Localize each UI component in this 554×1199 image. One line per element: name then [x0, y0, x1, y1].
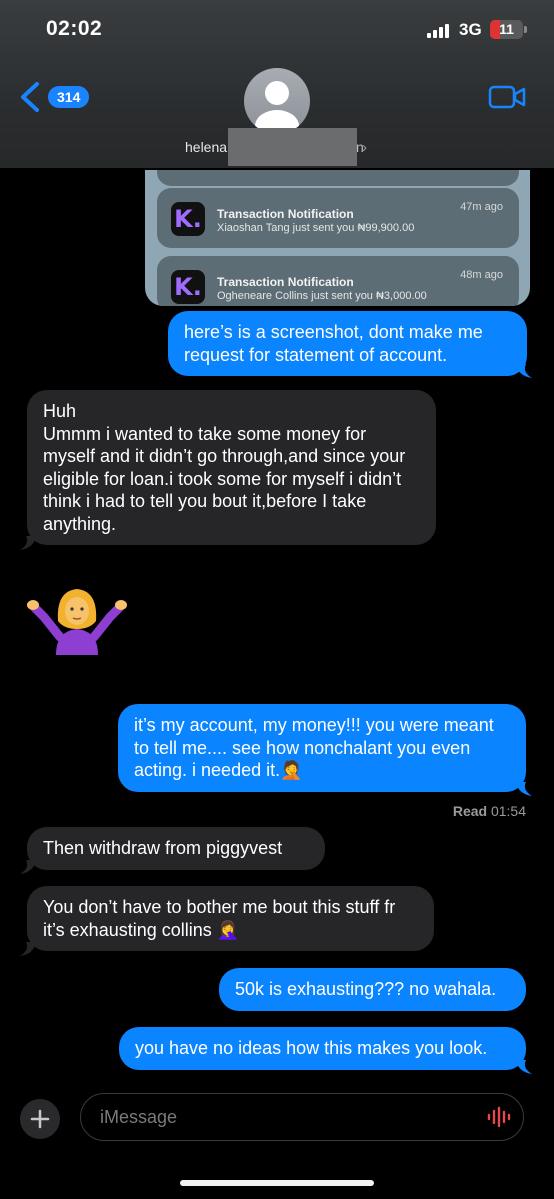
- read-label: Read: [452, 803, 488, 819]
- read-receipt: Read 01:54: [453, 803, 526, 819]
- person-icon: [255, 81, 299, 134]
- bubble-tail: [20, 942, 36, 956]
- signal-icon: [427, 24, 453, 38]
- shrug-emoji[interactable]: 🤷‍♀️: [26, 585, 128, 657]
- bubble-tail: [516, 364, 532, 378]
- notification-card: K. Transaction Notification Ogheneare Co…: [157, 256, 519, 306]
- network-type: 3G: [459, 20, 482, 39]
- redaction-block: [228, 128, 357, 166]
- bubble-tail: [20, 536, 36, 550]
- emoji-text: 🤷‍♀️: [26, 585, 27, 586]
- app-logo-icon: K.: [171, 270, 205, 304]
- bubble-tail: [20, 860, 36, 874]
- back-chevron-icon[interactable]: [16, 80, 46, 114]
- notification-body: Ogheneare Collins just sent you ₦3,000.0…: [217, 290, 427, 302]
- unread-count-badge[interactable]: 314: [48, 86, 90, 108]
- outgoing-message[interactable]: it’s my account, my money!!! you were me…: [118, 704, 526, 792]
- battery-percent: 11: [499, 21, 514, 37]
- chevron-right-icon[interactable]: ›: [362, 139, 367, 156]
- person-shrugging-icon: [27, 589, 127, 655]
- bubble-tail: [516, 782, 532, 796]
- video-call-icon[interactable]: [488, 84, 526, 110]
- bubble-tail: [516, 1060, 532, 1074]
- notification-title: Transaction Notification: [217, 275, 354, 289]
- incoming-message[interactable]: You don’t have to bother me bout this st…: [27, 886, 434, 951]
- screenshot-attachment[interactable]: K. Transaction Notification Xiaoshan Tan…: [145, 170, 530, 306]
- contact-avatar[interactable]: [244, 68, 310, 134]
- battery-icon: 11: [490, 20, 523, 39]
- notification-time: 47m ago: [460, 201, 503, 213]
- notification-card-partial: [157, 170, 519, 186]
- status-time: 02:02: [46, 17, 103, 40]
- app-logo-icon: K.: [171, 202, 205, 236]
- battery-tip: [524, 26, 527, 33]
- read-time: 01:54: [490, 803, 526, 819]
- notification-title: Transaction Notification: [217, 207, 354, 221]
- home-indicator[interactable]: [180, 1180, 374, 1186]
- notification-time: 48m ago: [460, 269, 503, 281]
- audio-waveform-icon[interactable]: [486, 1106, 514, 1128]
- message-input-placeholder: iMessage: [100, 1107, 178, 1127]
- notification-body: Xiaoshan Tang just sent you ₦99,900.00: [217, 222, 415, 234]
- contact-name[interactable]: helena: [185, 139, 227, 155]
- incoming-message[interactable]: Then withdraw from piggyvest: [27, 827, 325, 870]
- plus-icon: [30, 1109, 50, 1129]
- outgoing-message[interactable]: you have no ideas how this makes you loo…: [119, 1027, 526, 1070]
- incoming-message[interactable]: Huh Ummm i wanted to take some money for…: [27, 390, 436, 545]
- notification-card: K. Transaction Notification Xiaoshan Tan…: [157, 188, 519, 248]
- outgoing-message[interactable]: here’s is a screenshot, dont make me req…: [168, 311, 527, 376]
- apps-plus-button[interactable]: [20, 1099, 60, 1139]
- outgoing-message[interactable]: 50k is exhausting??? no wahala.: [219, 968, 526, 1011]
